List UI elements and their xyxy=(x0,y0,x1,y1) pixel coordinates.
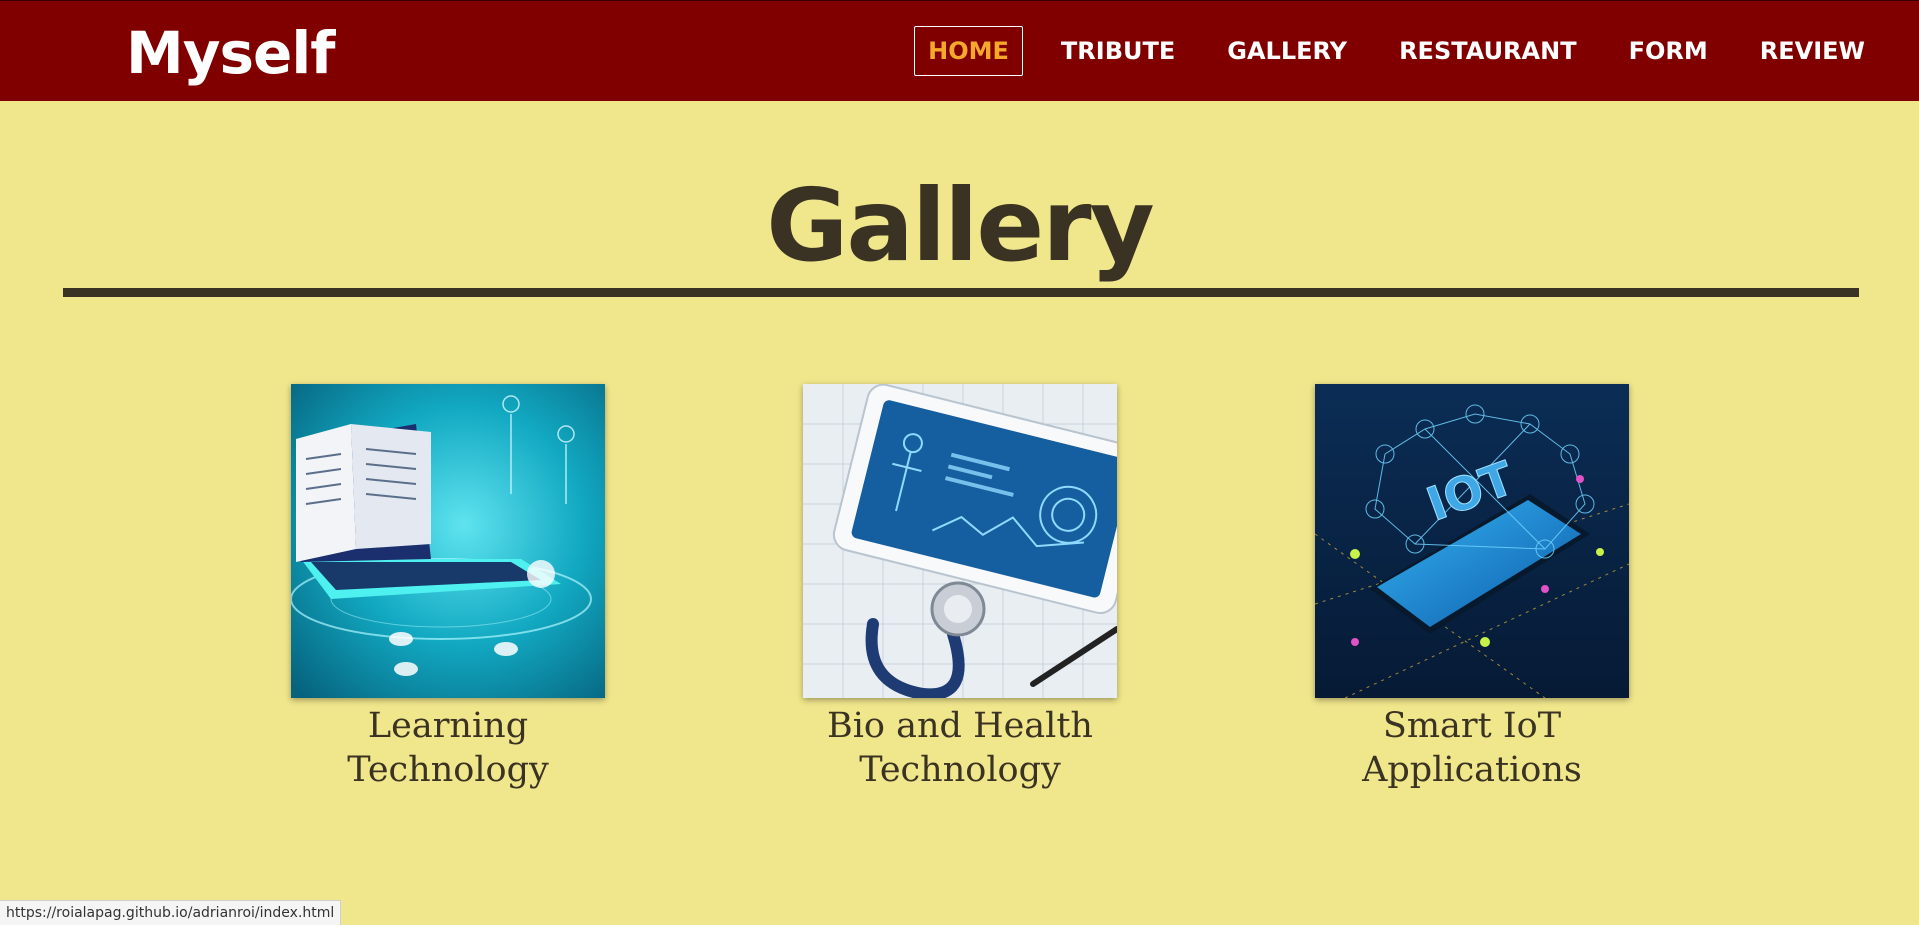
brand-logo[interactable]: Myself xyxy=(126,13,335,93)
caption-line: Technology xyxy=(347,750,549,790)
title-divider xyxy=(63,288,1859,297)
caption-line: Smart IoT xyxy=(1382,706,1562,746)
iot-smartphone-image[interactable]: IOT xyxy=(1315,384,1629,698)
caption-line: Applications xyxy=(1362,750,1582,790)
caption-line: Learning xyxy=(367,706,529,746)
navbar: Myself HOME TRIBUTE GALLERY RESTAURANT F… xyxy=(0,0,1919,101)
nav-links: HOME TRIBUTE GALLERY RESTAURANT FORM REV… xyxy=(890,26,1879,76)
page-title: Gallery xyxy=(766,167,1154,284)
gallery-caption: Smart IoT Applications xyxy=(1312,704,1632,792)
nav-tribute[interactable]: TRIBUTE xyxy=(1047,26,1189,76)
tablet-stethoscope-image[interactable] xyxy=(803,384,1117,698)
caption-line: Technology xyxy=(859,750,1061,790)
nav-form[interactable]: FORM xyxy=(1615,26,1722,76)
gallery-card-iot: IOT Smart IoT Applications xyxy=(1312,384,1632,792)
gallery-card-bio-health: Bio and Health Technology xyxy=(800,384,1120,792)
caption-line: Bio and Health xyxy=(827,706,1093,746)
gallery-caption: Learning Technology xyxy=(288,704,608,792)
gallery-card-learning: Learning Technology xyxy=(288,384,608,792)
nav-restaurant[interactable]: RESTAURANT xyxy=(1385,26,1591,76)
nav-review[interactable]: REVIEW xyxy=(1746,26,1879,76)
nav-home[interactable]: HOME xyxy=(914,26,1023,76)
status-bar-url: https://roialapag.github.io/adrianroi/in… xyxy=(0,900,342,925)
laptop-book-tech-image[interactable] xyxy=(291,384,605,698)
nav-gallery[interactable]: GALLERY xyxy=(1213,26,1361,76)
gallery-caption: Bio and Health Technology xyxy=(800,704,1120,792)
